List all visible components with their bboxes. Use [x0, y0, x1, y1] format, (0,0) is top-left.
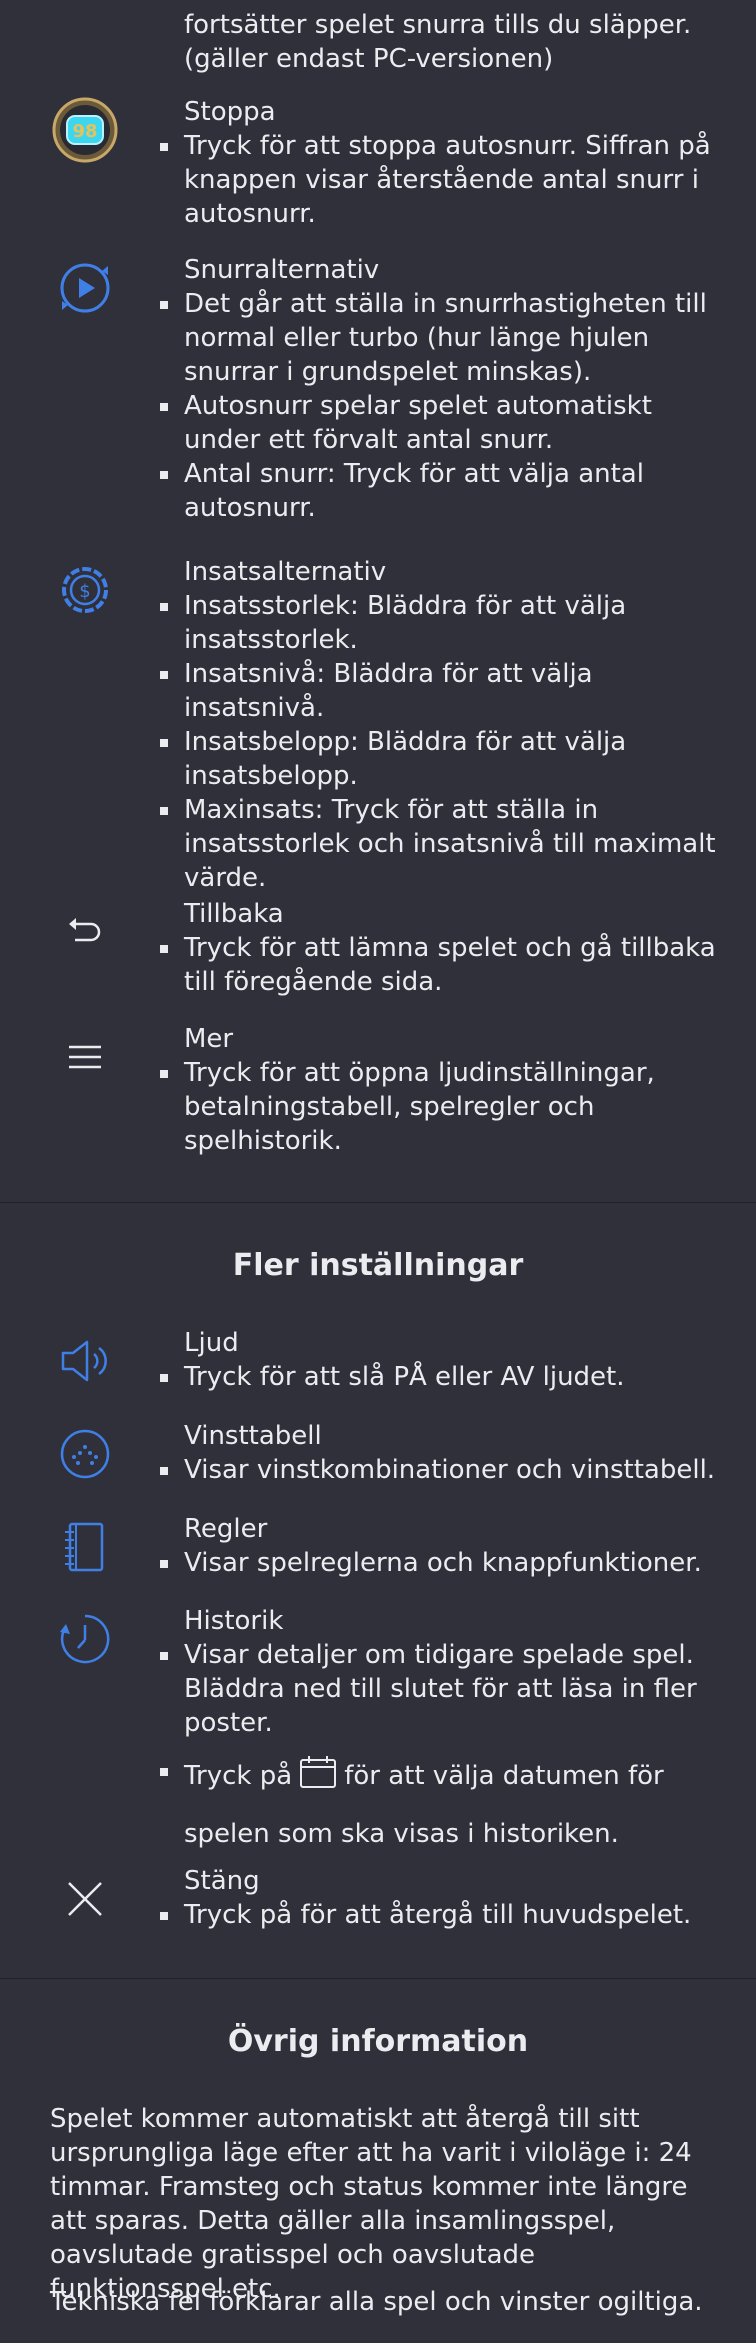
top-fragment: fortsätter spelet snurra tills du släppe…	[184, 8, 724, 76]
history-calendar-line2: spelen som ska visas i historiken.	[184, 1819, 619, 1849]
other-info-paragraph-1: Spelet kommer automatiskt att återgå til…	[50, 2104, 692, 2304]
more-settings-heading: Fler inställningar	[232, 1248, 524, 1283]
paytable-bullet-1: Visar vinstkombinationer och vinsttabell…	[160, 1453, 724, 1487]
bet-options-bullet-1: Insatsstorlek: Bläddra för att välja ins…	[160, 589, 724, 657]
paytable-title: Vinsttabell	[184, 1421, 322, 1451]
spin-options-bullet-2: Autosnurr spelar spelet automatiskt unde…	[160, 389, 724, 457]
back-arrow-icon	[50, 897, 120, 967]
top-fragment-line2: (gäller endast PC-versionen)	[184, 44, 554, 74]
stop-badge-icon: 98	[50, 95, 120, 165]
bet-options-bullet-2: Insatsnivå: Bläddra för att välja insats…	[160, 657, 724, 725]
back-bullet-1: Tryck för att lämna spelet och gå tillba…	[160, 931, 724, 999]
sound-bullet-1: Tryck för att slå PÅ eller AV ljudet.	[160, 1360, 724, 1394]
spin-options-title: Snurralternativ	[184, 255, 380, 285]
coin-gear-icon: $	[50, 555, 120, 625]
other-info-paragraph-2: Tekniska fel förklarar alla spel och vin…	[50, 2287, 703, 2317]
history-calendar-suffix: för att välja datumen för	[344, 1761, 664, 1791]
stop-bullet-1: Tryck för att stoppa autosnurr. Siffran …	[160, 129, 724, 231]
history-calendar-prefix: Tryck på	[184, 1761, 293, 1791]
close-title: Stäng	[184, 1866, 260, 1896]
sound-title: Ljud	[184, 1328, 239, 1358]
speaker-icon	[50, 1326, 120, 1396]
bet-options-title: Insatsalternativ	[184, 557, 387, 587]
stop-badge-number: 98	[72, 121, 97, 142]
menu-icon	[50, 1022, 120, 1092]
close-icon	[50, 1864, 120, 1934]
rules-title: Regler	[184, 1514, 268, 1544]
spin-options-bullet-1: Det går att ställa in snurrhastigheten t…	[160, 287, 724, 389]
notebook-icon	[50, 1512, 120, 1582]
back-title: Tillbaka	[184, 899, 284, 929]
play-circle-icon	[50, 253, 120, 323]
spin-options-bullet-3: Antal snurr: Tryck för att välja antal a…	[160, 457, 724, 525]
history-bullet-1: Visar detaljer om tidigare spelade spel.…	[160, 1638, 724, 1740]
svg-text:$: $	[79, 581, 90, 602]
stop-title: Stoppa	[184, 97, 276, 127]
close-bullet-1: Tryck på för att återgå till huvudspelet…	[160, 1898, 724, 1932]
calendar-icon[interactable]	[298, 1754, 338, 1799]
rules-bullet-1: Visar spelreglerna och knappfunktioner.	[160, 1546, 724, 1580]
other-info-heading: Övrig information	[227, 2024, 529, 2059]
dots-circle-icon	[50, 1419, 120, 1489]
history-title: Historik	[184, 1606, 284, 1636]
section-divider-2	[0, 1978, 756, 1979]
more-bullet-1: Tryck för att öppna ljudinställningar, b…	[160, 1056, 724, 1158]
section-divider	[0, 1202, 756, 1203]
bet-options-bullet-4: Maxinsats: Tryck för att ställa in insat…	[160, 793, 724, 895]
bet-options-bullet-3: Insatsbelopp: Bläddra för att välja insa…	[160, 725, 724, 793]
history-bullet-2: Tryck på för att välja datumen för spele…	[160, 1754, 724, 1851]
top-fragment-line1: fortsätter spelet snurra tills du släppe…	[184, 10, 692, 40]
clock-icon	[50, 1604, 120, 1674]
more-title: Mer	[184, 1024, 234, 1054]
